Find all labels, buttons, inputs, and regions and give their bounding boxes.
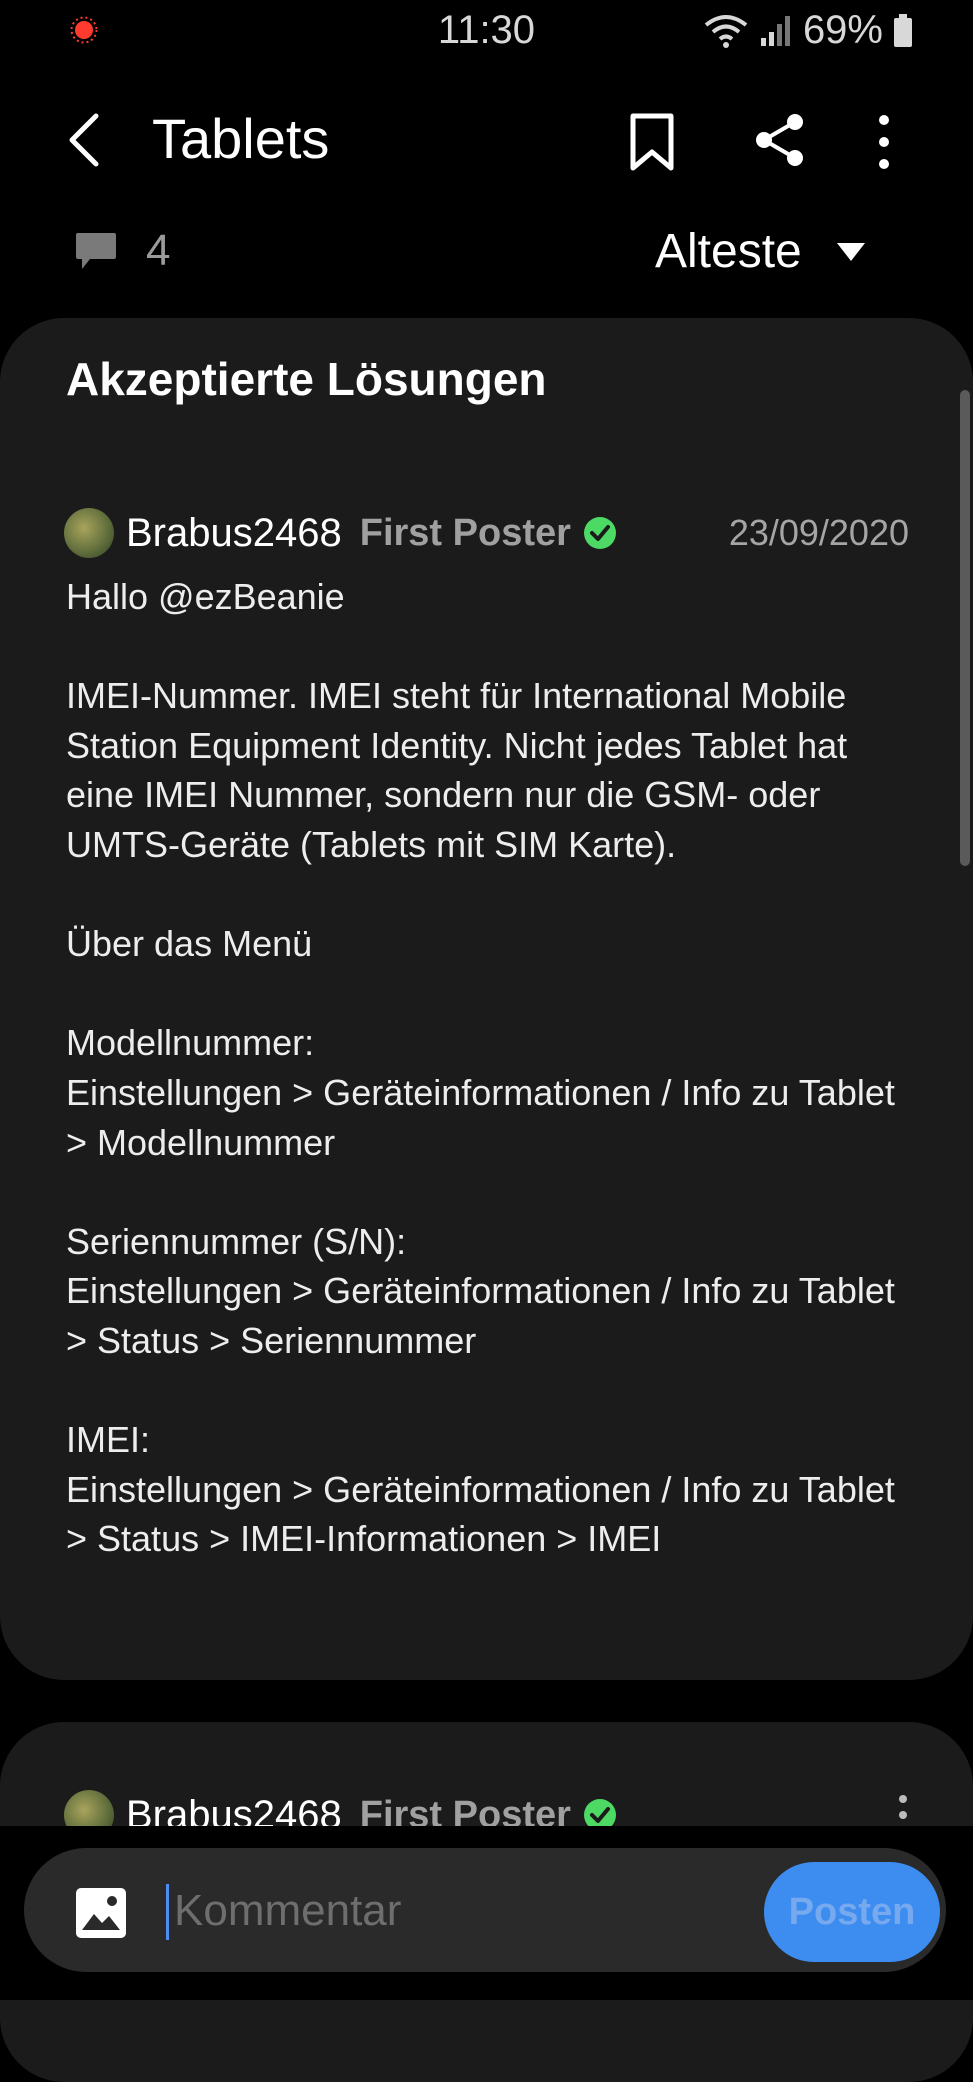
post-body: Hallo @ezBeanie IMEI-Nummer. IMEI steht …	[66, 576, 895, 1560]
back-icon[interactable]	[60, 108, 112, 172]
wifi-icon	[704, 14, 748, 48]
user-rank: First Poster	[359, 511, 571, 554]
comment-count: 4	[74, 226, 170, 276]
scrollbar[interactable]	[960, 390, 970, 866]
battery-icon	[894, 13, 912, 47]
signal-icon	[760, 15, 790, 46]
comment-count-value: 4	[146, 226, 171, 275]
post-header: Brabus2468 First Poster 23/09/2020	[64, 508, 909, 558]
image-icon[interactable]	[74, 1886, 128, 1940]
dropdown-icon	[836, 242, 865, 261]
more-vert-icon[interactable]	[872, 112, 896, 172]
verified-icon	[583, 517, 616, 549]
share-icon[interactable]	[752, 112, 808, 168]
avatar[interactable]	[64, 508, 114, 558]
sort-label: Alteste	[655, 225, 802, 278]
username[interactable]: Brabus2468	[126, 511, 342, 556]
text-cursor	[166, 1884, 169, 1940]
sort-dropdown[interactable]: Alteste	[655, 224, 866, 279]
post-date: 23/09/2020	[728, 512, 909, 553]
comment-icon	[76, 233, 116, 269]
page-title: Tablets	[152, 107, 330, 170]
post-button[interactable]: Posten	[764, 1862, 940, 1962]
comment-input[interactable]	[170, 1876, 738, 1946]
battery-percent: 69%	[802, 8, 883, 52]
status-indicators: 69%	[703, 8, 913, 53]
accepted-solutions-title: Akzeptierte Lösungen	[66, 353, 547, 405]
bookmark-icon[interactable]	[626, 112, 678, 172]
